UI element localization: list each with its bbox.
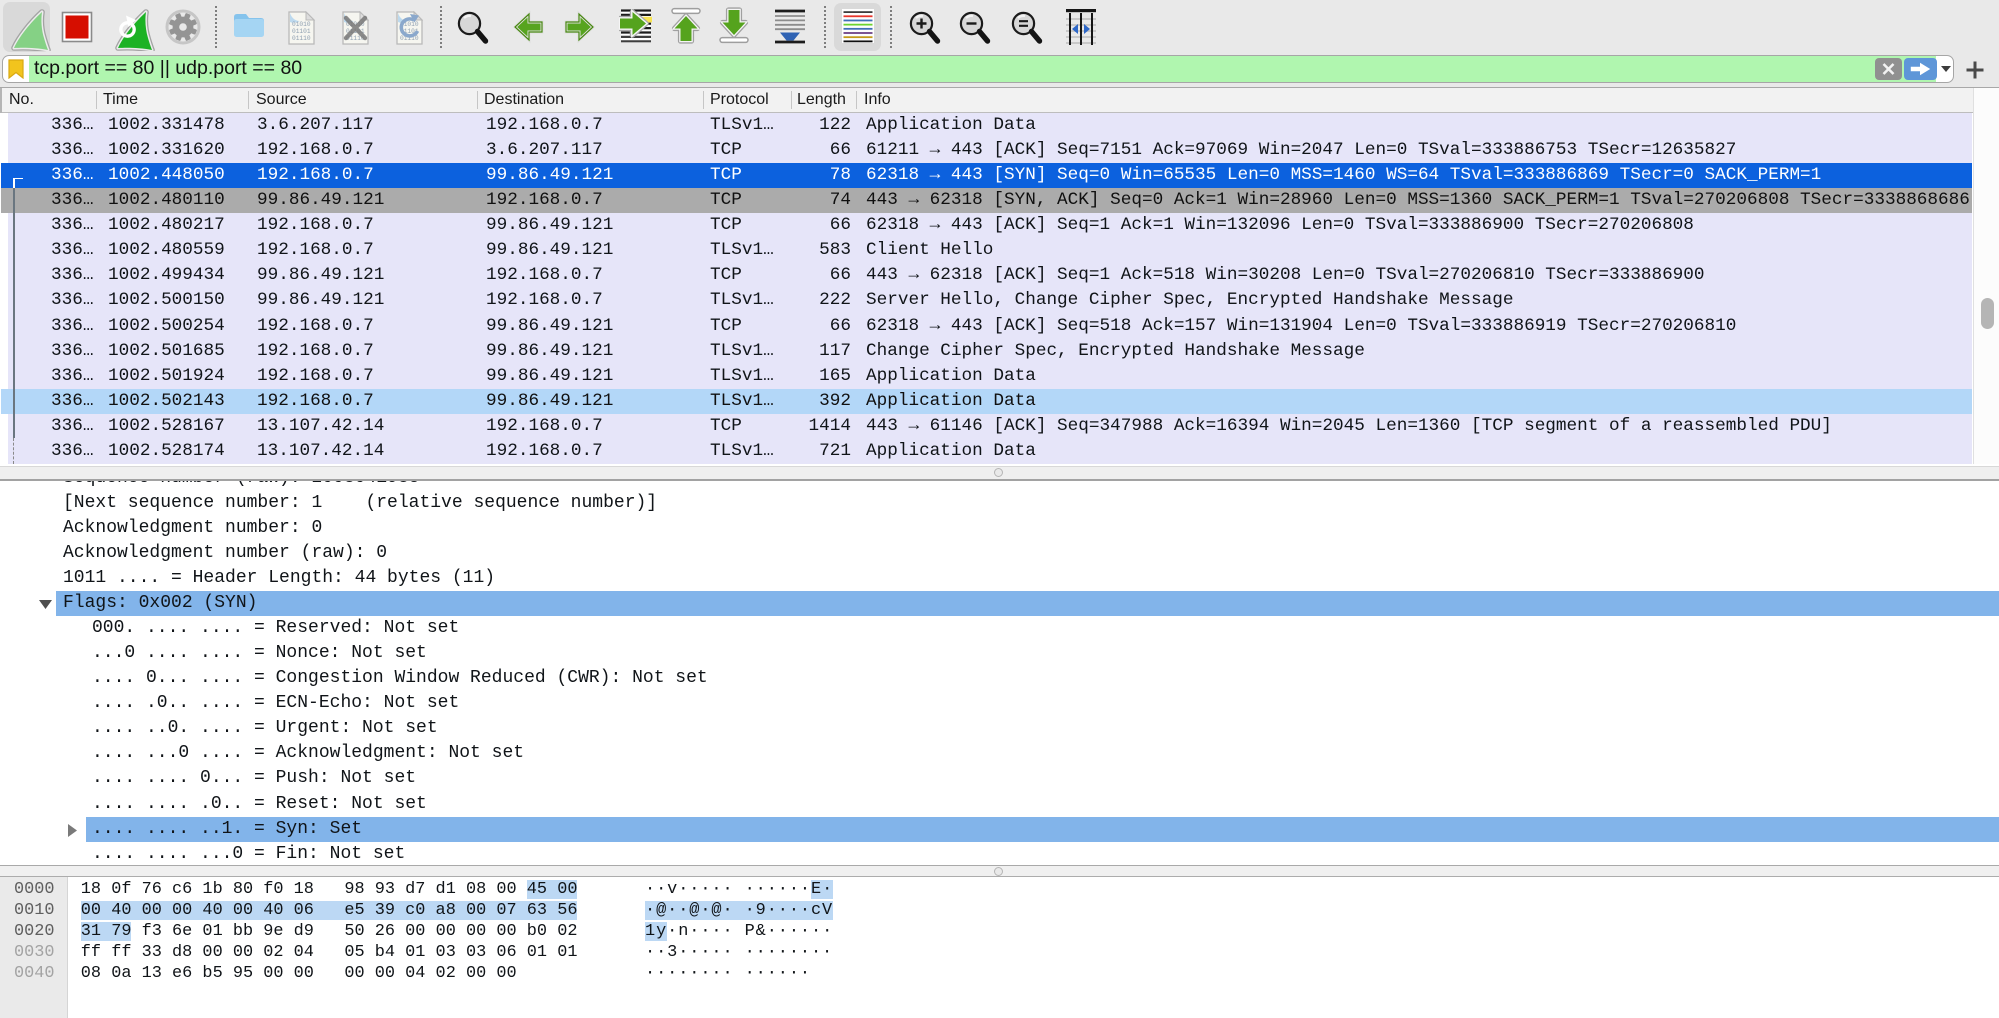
svg-text:01010: 01010 xyxy=(292,21,311,28)
svg-text:01110: 01110 xyxy=(292,35,311,42)
svg-text:01101: 01101 xyxy=(292,28,311,35)
